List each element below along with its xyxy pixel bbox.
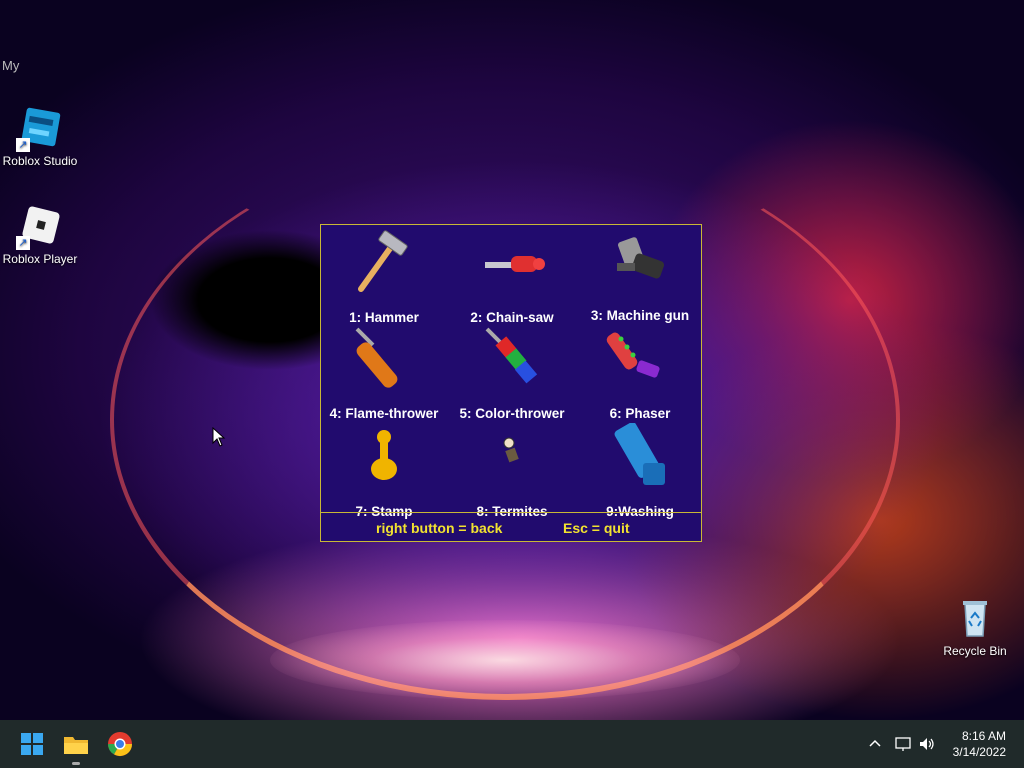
- desktop-icon-roblox-player[interactable]: ↗ Roblox Player: [0, 204, 80, 266]
- tool-menu-footer: right button = back Esc = quit: [321, 512, 701, 543]
- network-icon[interactable]: [894, 735, 912, 753]
- desktop-icon-label: Roblox Player: [2, 252, 78, 266]
- start-icon[interactable]: [18, 730, 46, 758]
- chrome-icon[interactable]: [106, 730, 134, 758]
- tool-hammer[interactable]: 1: Hammer: [321, 229, 447, 325]
- color-thrower-icon: [485, 327, 538, 384]
- tool-washing[interactable]: 9:Washing: [577, 423, 703, 519]
- shortcut-arrow-icon: ↗: [16, 138, 30, 152]
- tool-phaser[interactable]: 6: Phaser: [577, 325, 703, 421]
- phaser-icon: [606, 332, 660, 378]
- washing-icon: [614, 423, 665, 485]
- tool-stamp[interactable]: 7: Stamp: [321, 423, 447, 519]
- roblox-player-icon: ↗: [16, 204, 62, 250]
- tool-machine-gun[interactable]: 3: Machine gun: [577, 227, 703, 323]
- tool-label: 6: Phaser: [609, 406, 671, 421]
- desktop-icon-roblox-studio[interactable]: ↗ Roblox Studio: [0, 106, 80, 168]
- desktop-stray-text: My: [2, 58, 20, 73]
- termites-icon: [503, 437, 519, 463]
- desktop-icon-label: Roblox Studio: [2, 154, 78, 168]
- volume-icon[interactable]: [918, 735, 936, 753]
- tool-label: 2: Chain-saw: [470, 310, 554, 325]
- flamethrower-icon: [355, 327, 398, 388]
- stamp-icon: [371, 430, 397, 480]
- tool-color-thrower[interactable]: 5: Color-thrower: [449, 325, 575, 421]
- tool-label: 1: Hammer: [349, 310, 419, 325]
- chevron-up-icon[interactable]: [866, 735, 884, 753]
- tool-flame-thrower[interactable]: 4: Flame-thrower: [321, 325, 447, 421]
- tool-label: 4: Flame-thrower: [329, 406, 439, 421]
- desktop-icon-recycle-bin[interactable]: Recycle Bin: [935, 596, 1015, 658]
- tool-label: 5: Color-thrower: [459, 406, 565, 421]
- desktop: My ↗ Roblox Studio ↗ Roblox Player Recyc…: [0, 0, 1024, 720]
- tool-chainsaw[interactable]: 2: Chain-saw: [449, 229, 575, 325]
- recycle-bin-icon: [953, 596, 997, 640]
- hammer-icon: [358, 230, 408, 292]
- desktop-icon-label: Recycle Bin: [943, 644, 1007, 658]
- tool-termites[interactable]: 8: Termites: [449, 423, 575, 519]
- tool-label: 3: Machine gun: [590, 308, 690, 323]
- quit-hint: Esc = quit: [563, 520, 630, 536]
- chainsaw-icon: [485, 256, 545, 272]
- file-explorer-icon[interactable]: [62, 730, 90, 765]
- machine-gun-icon: [617, 237, 665, 279]
- wallpaper-glow: [270, 620, 740, 700]
- back-hint: right button = back: [376, 520, 503, 536]
- tool-menu-window: 1: Hammer 2: Chain-saw 3: Machine gun 4:…: [320, 224, 702, 542]
- clock-date: 3/14/2022: [952, 745, 1006, 759]
- clock[interactable]: 8:16 AM 3/14/2022: [953, 728, 1006, 760]
- shortcut-arrow-icon: ↗: [16, 236, 30, 250]
- clock-time: 8:16 AM: [961, 729, 1006, 743]
- taskbar: 8:16 AM 3/14/2022: [0, 720, 1024, 768]
- mouse-cursor-icon: [212, 427, 226, 447]
- running-indicator: [72, 762, 80, 765]
- roblox-studio-icon: ↗: [16, 106, 62, 152]
